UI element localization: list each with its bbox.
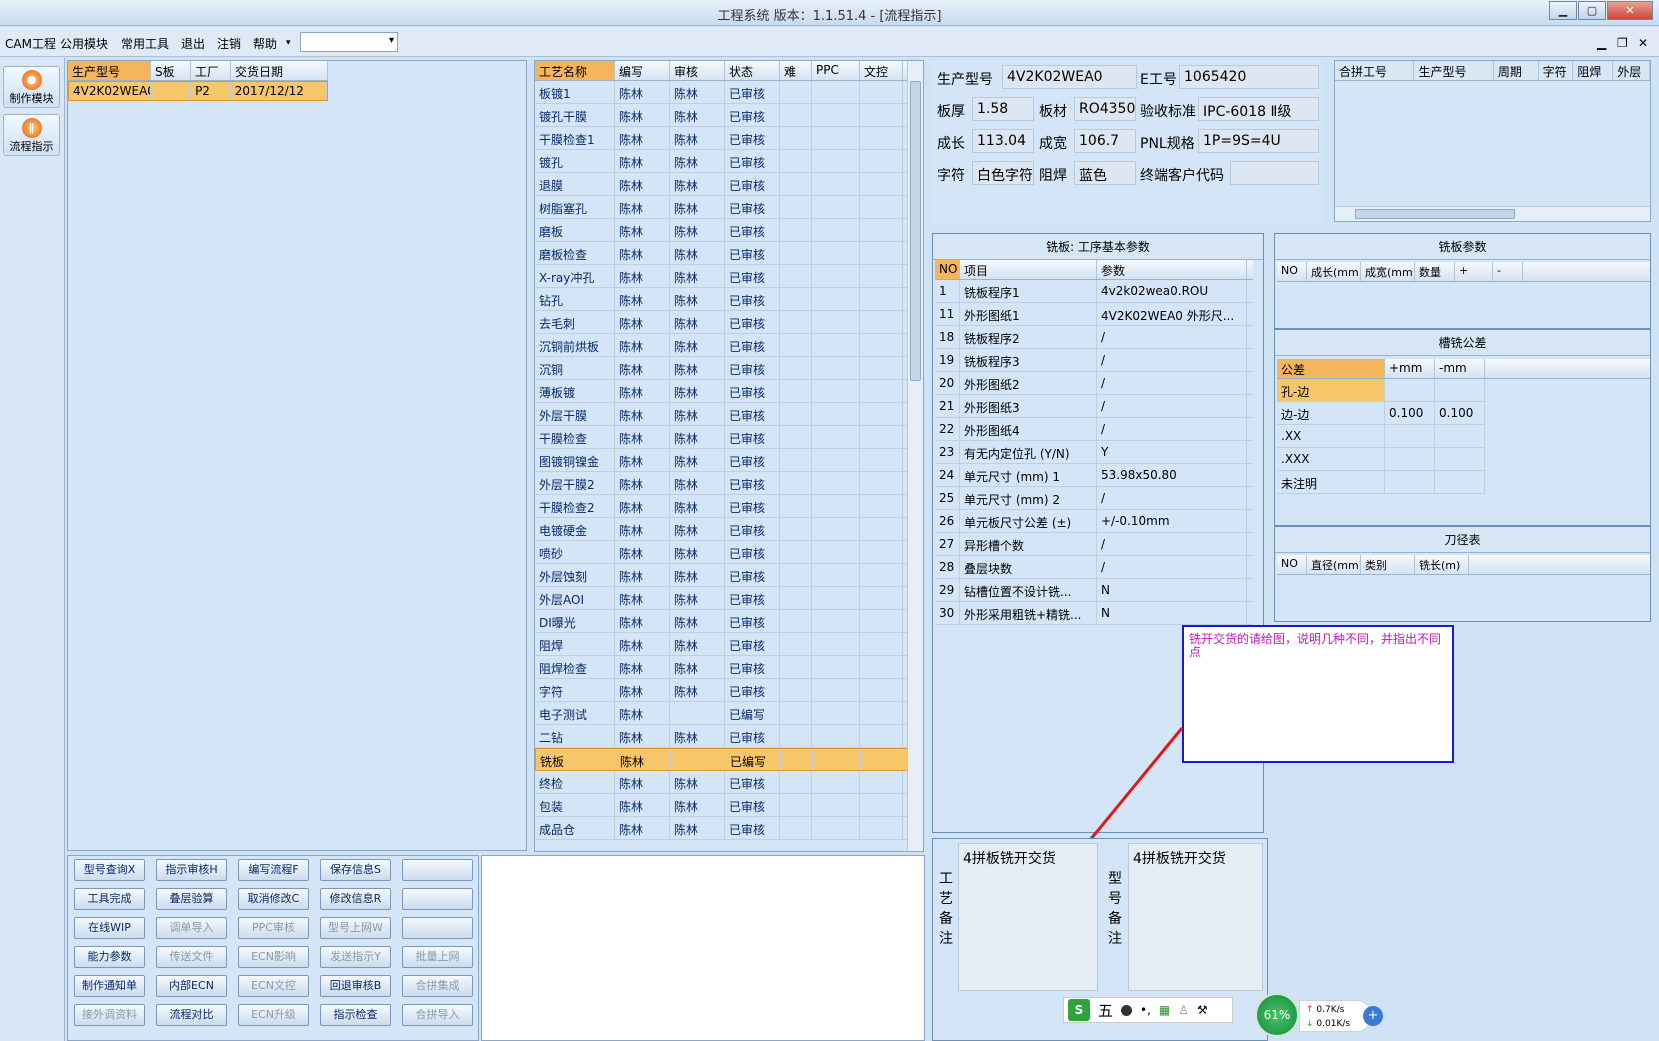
action-button[interactable]: PPC审核 bbox=[238, 917, 309, 939]
action-button[interactable]: 内部ECN bbox=[156, 975, 227, 997]
action-button[interactable]: ECN升级 bbox=[238, 1004, 309, 1026]
model-note-text[interactable]: 4拼板铣开交货 bbox=[1128, 843, 1263, 991]
download-speed: 0.01K/s bbox=[1316, 1019, 1351, 1029]
action-button[interactable]: ECN文控 bbox=[238, 975, 309, 997]
action-button[interactable]: 合拼导入 bbox=[402, 1004, 473, 1026]
craft-note-label: 工艺备注 bbox=[939, 871, 953, 947]
net-monitor: 61% ↑ 0.7K/s ↓ 0.01K/s + bbox=[1255, 993, 1385, 1039]
action-button[interactable]: 型号查询X bbox=[74, 859, 145, 881]
action-button[interactable]: 回退审核B bbox=[320, 975, 391, 997]
punct-icon[interactable]: •, bbox=[1140, 1003, 1151, 1017]
action-button[interactable]: 指示审核H bbox=[156, 859, 227, 881]
moon-icon[interactable] bbox=[1121, 1004, 1133, 1016]
action-button[interactable] bbox=[402, 859, 473, 881]
sogou-icon[interactable]: S bbox=[1068, 999, 1090, 1021]
action-button[interactable]: 工具完成 bbox=[74, 888, 145, 910]
action-button[interactable]: 能力参数 bbox=[74, 946, 145, 968]
action-button[interactable] bbox=[402, 917, 473, 939]
ime-mode-label[interactable]: 五 bbox=[1098, 1000, 1113, 1021]
action-button[interactable]: ECN影响 bbox=[238, 946, 309, 968]
action-button[interactable]: 合拼集成 bbox=[402, 975, 473, 997]
action-button[interactable]: 编写流程F bbox=[238, 859, 309, 881]
user-icon[interactable]: ♙ bbox=[1178, 1003, 1189, 1017]
action-button[interactable] bbox=[402, 888, 473, 910]
action-button[interactable]: 发送指示Y bbox=[320, 946, 391, 968]
keyboard-icon[interactable]: ▦ bbox=[1159, 1003, 1170, 1017]
model-note-label: 型号备注 bbox=[1108, 871, 1122, 947]
action-button[interactable]: 取消修改C bbox=[238, 888, 309, 910]
ime-toolbar: S 五 •, ▦ ♙ ⚒ bbox=[1063, 997, 1233, 1023]
action-button[interactable]: 调单导入 bbox=[156, 917, 227, 939]
action-button[interactable]: 修改信息R bbox=[320, 888, 391, 910]
plus-icon[interactable]: + bbox=[1363, 1006, 1383, 1026]
action-button[interactable]: 叠层验算 bbox=[156, 888, 227, 910]
action-button[interactable]: 流程对比 bbox=[156, 1004, 227, 1026]
action-button[interactable]: 制作通知单 bbox=[74, 975, 145, 997]
action-button[interactable]: 指示检查 bbox=[320, 1004, 391, 1026]
button-area: 型号查询X 指示审核H 编写流程F 保存信息S 工具完成 叠层验算 取消修改C 修改信息R 在线… bbox=[67, 855, 479, 1041]
action-button[interactable]: 批量上网 bbox=[402, 946, 473, 968]
action-button[interactable]: 接外调资料 bbox=[74, 1004, 145, 1026]
craft-note-text[interactable]: 4拼板铣开交货 bbox=[958, 843, 1098, 991]
action-button[interactable]: 保存信息S bbox=[320, 859, 391, 881]
up-arrow-icon: ↑ bbox=[1306, 1005, 1314, 1015]
percent-badge[interactable]: 61% bbox=[1255, 993, 1299, 1037]
action-button[interactable]: 传送文件 bbox=[156, 946, 227, 968]
blank-output-area bbox=[481, 855, 925, 1041]
speed-box: ↑ 0.7K/s ↓ 0.01K/s bbox=[1299, 1000, 1371, 1032]
upload-speed: 0.7K/s bbox=[1316, 1005, 1345, 1015]
down-arrow-icon: ↓ bbox=[1306, 1019, 1314, 1029]
action-button[interactable]: 型号上网W bbox=[320, 917, 391, 939]
wrench-icon[interactable]: ⚒ bbox=[1197, 1003, 1208, 1017]
action-button[interactable]: 在线WIP bbox=[74, 917, 145, 939]
